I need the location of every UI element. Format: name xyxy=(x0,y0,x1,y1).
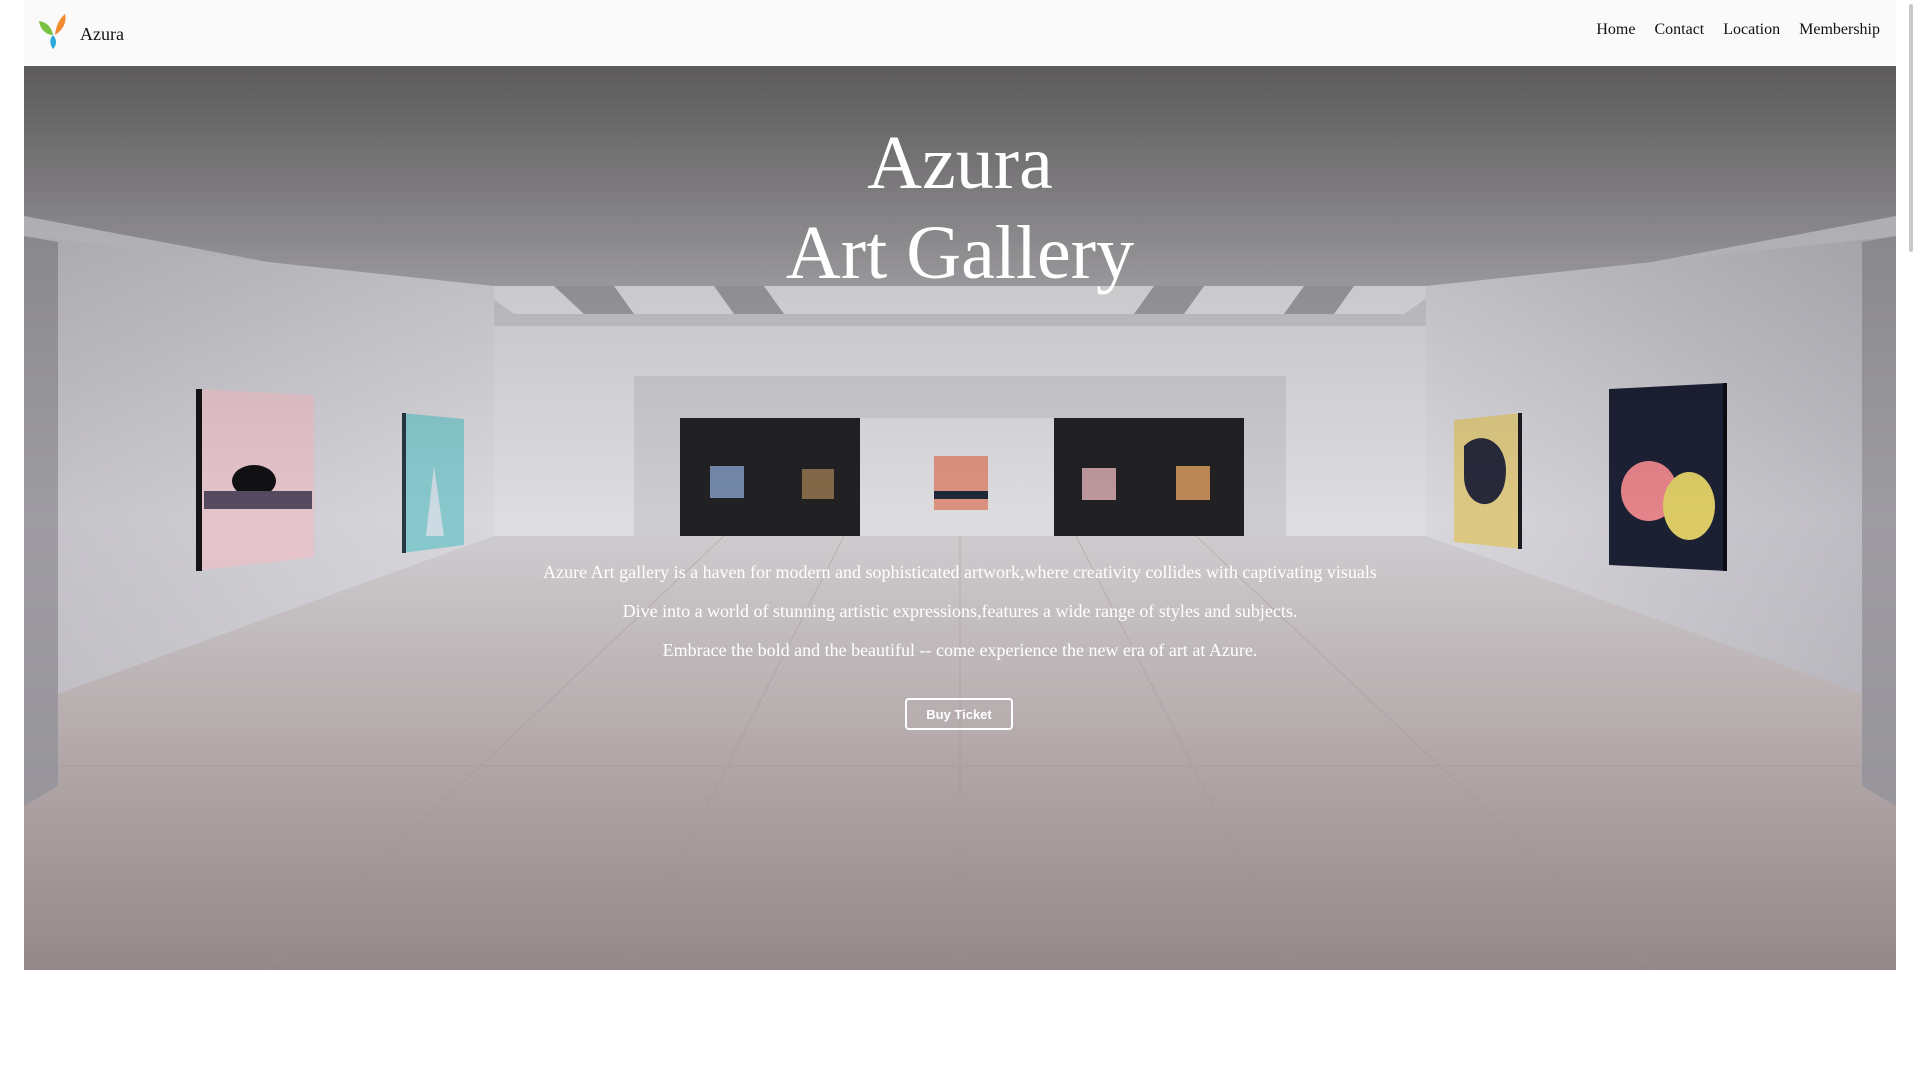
buy-ticket-button[interactable]: Buy Ticket xyxy=(905,698,1013,730)
nav-home-link[interactable]: Home xyxy=(1596,21,1635,39)
page: Azura Home Contact Location Membership A… xyxy=(0,0,1920,1080)
nav-membership-link[interactable]: Membership xyxy=(1799,21,1880,39)
hero-paragraph-3: Embrace the bold and the beautiful -- co… xyxy=(662,640,1258,660)
hero-paragraph-1: Azure Art gallery is a haven for modern … xyxy=(543,562,1377,582)
navbar: Azura Home Contact Location Membership xyxy=(24,0,1896,66)
brand[interactable]: Azura xyxy=(38,13,124,49)
scrollbar-thumb[interactable] xyxy=(1909,4,1913,252)
nav-contact-link[interactable]: Contact xyxy=(1654,21,1704,39)
vertical-scrollbar[interactable] xyxy=(1902,0,1920,1080)
brand-name: Azura xyxy=(80,23,124,44)
hero-section: Azura Art Gallery Azure Art gallery is a… xyxy=(24,66,1896,970)
hero-title-line1: Azura xyxy=(867,121,1053,205)
hero-paragraph-2: Dive into a world of stunning artistic e… xyxy=(622,601,1298,621)
main-nav: Home Contact Location Membership xyxy=(1596,21,1880,39)
hero-title-line2: Art Gallery xyxy=(785,211,1135,295)
site-frame: Azura Home Contact Location Membership A… xyxy=(24,0,1896,970)
leaf-logo-icon xyxy=(38,13,70,49)
nav-location-link[interactable]: Location xyxy=(1723,21,1780,39)
